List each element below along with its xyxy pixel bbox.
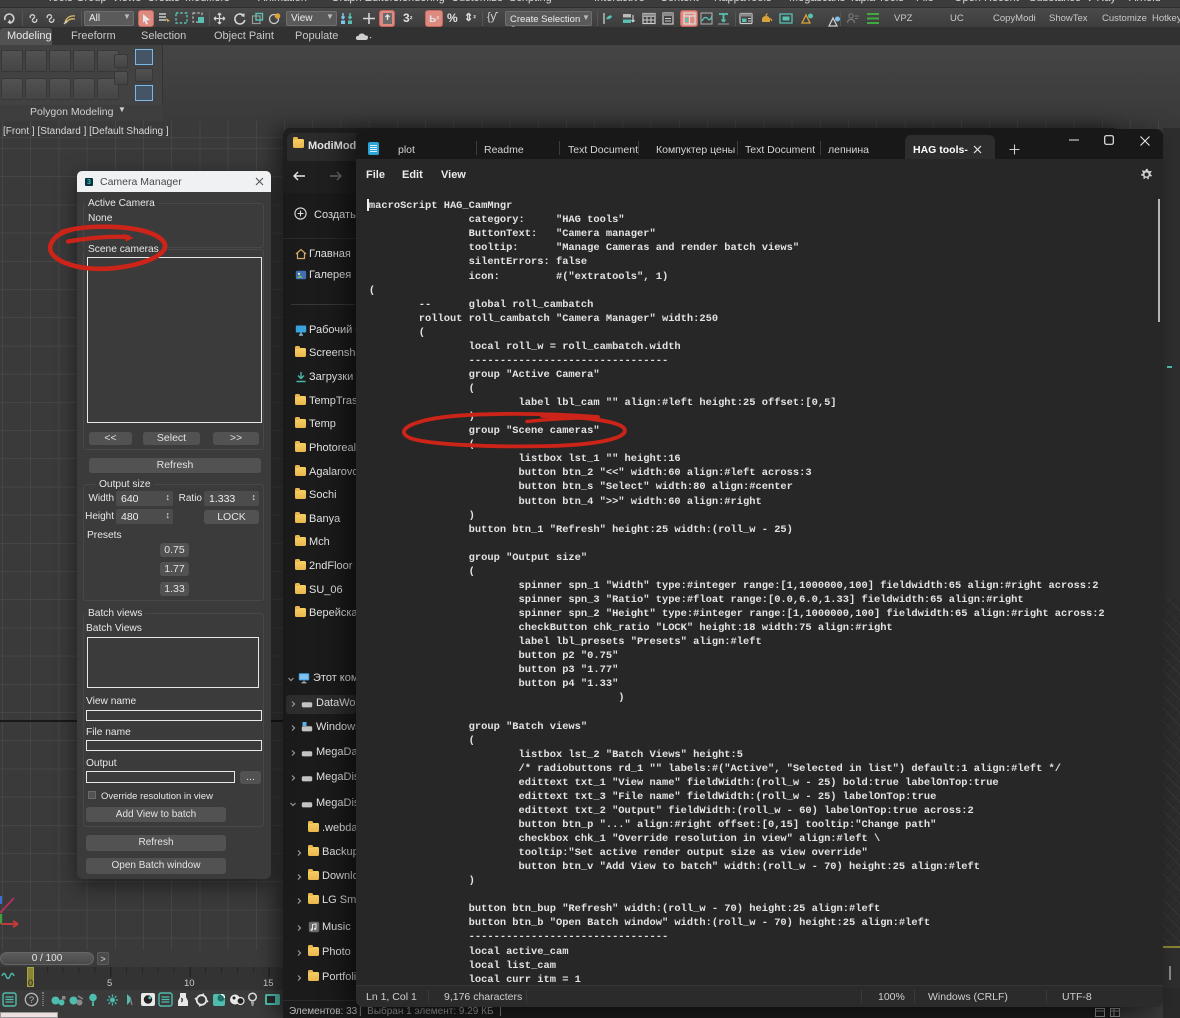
svg-text:?: ? — [29, 995, 34, 1006]
